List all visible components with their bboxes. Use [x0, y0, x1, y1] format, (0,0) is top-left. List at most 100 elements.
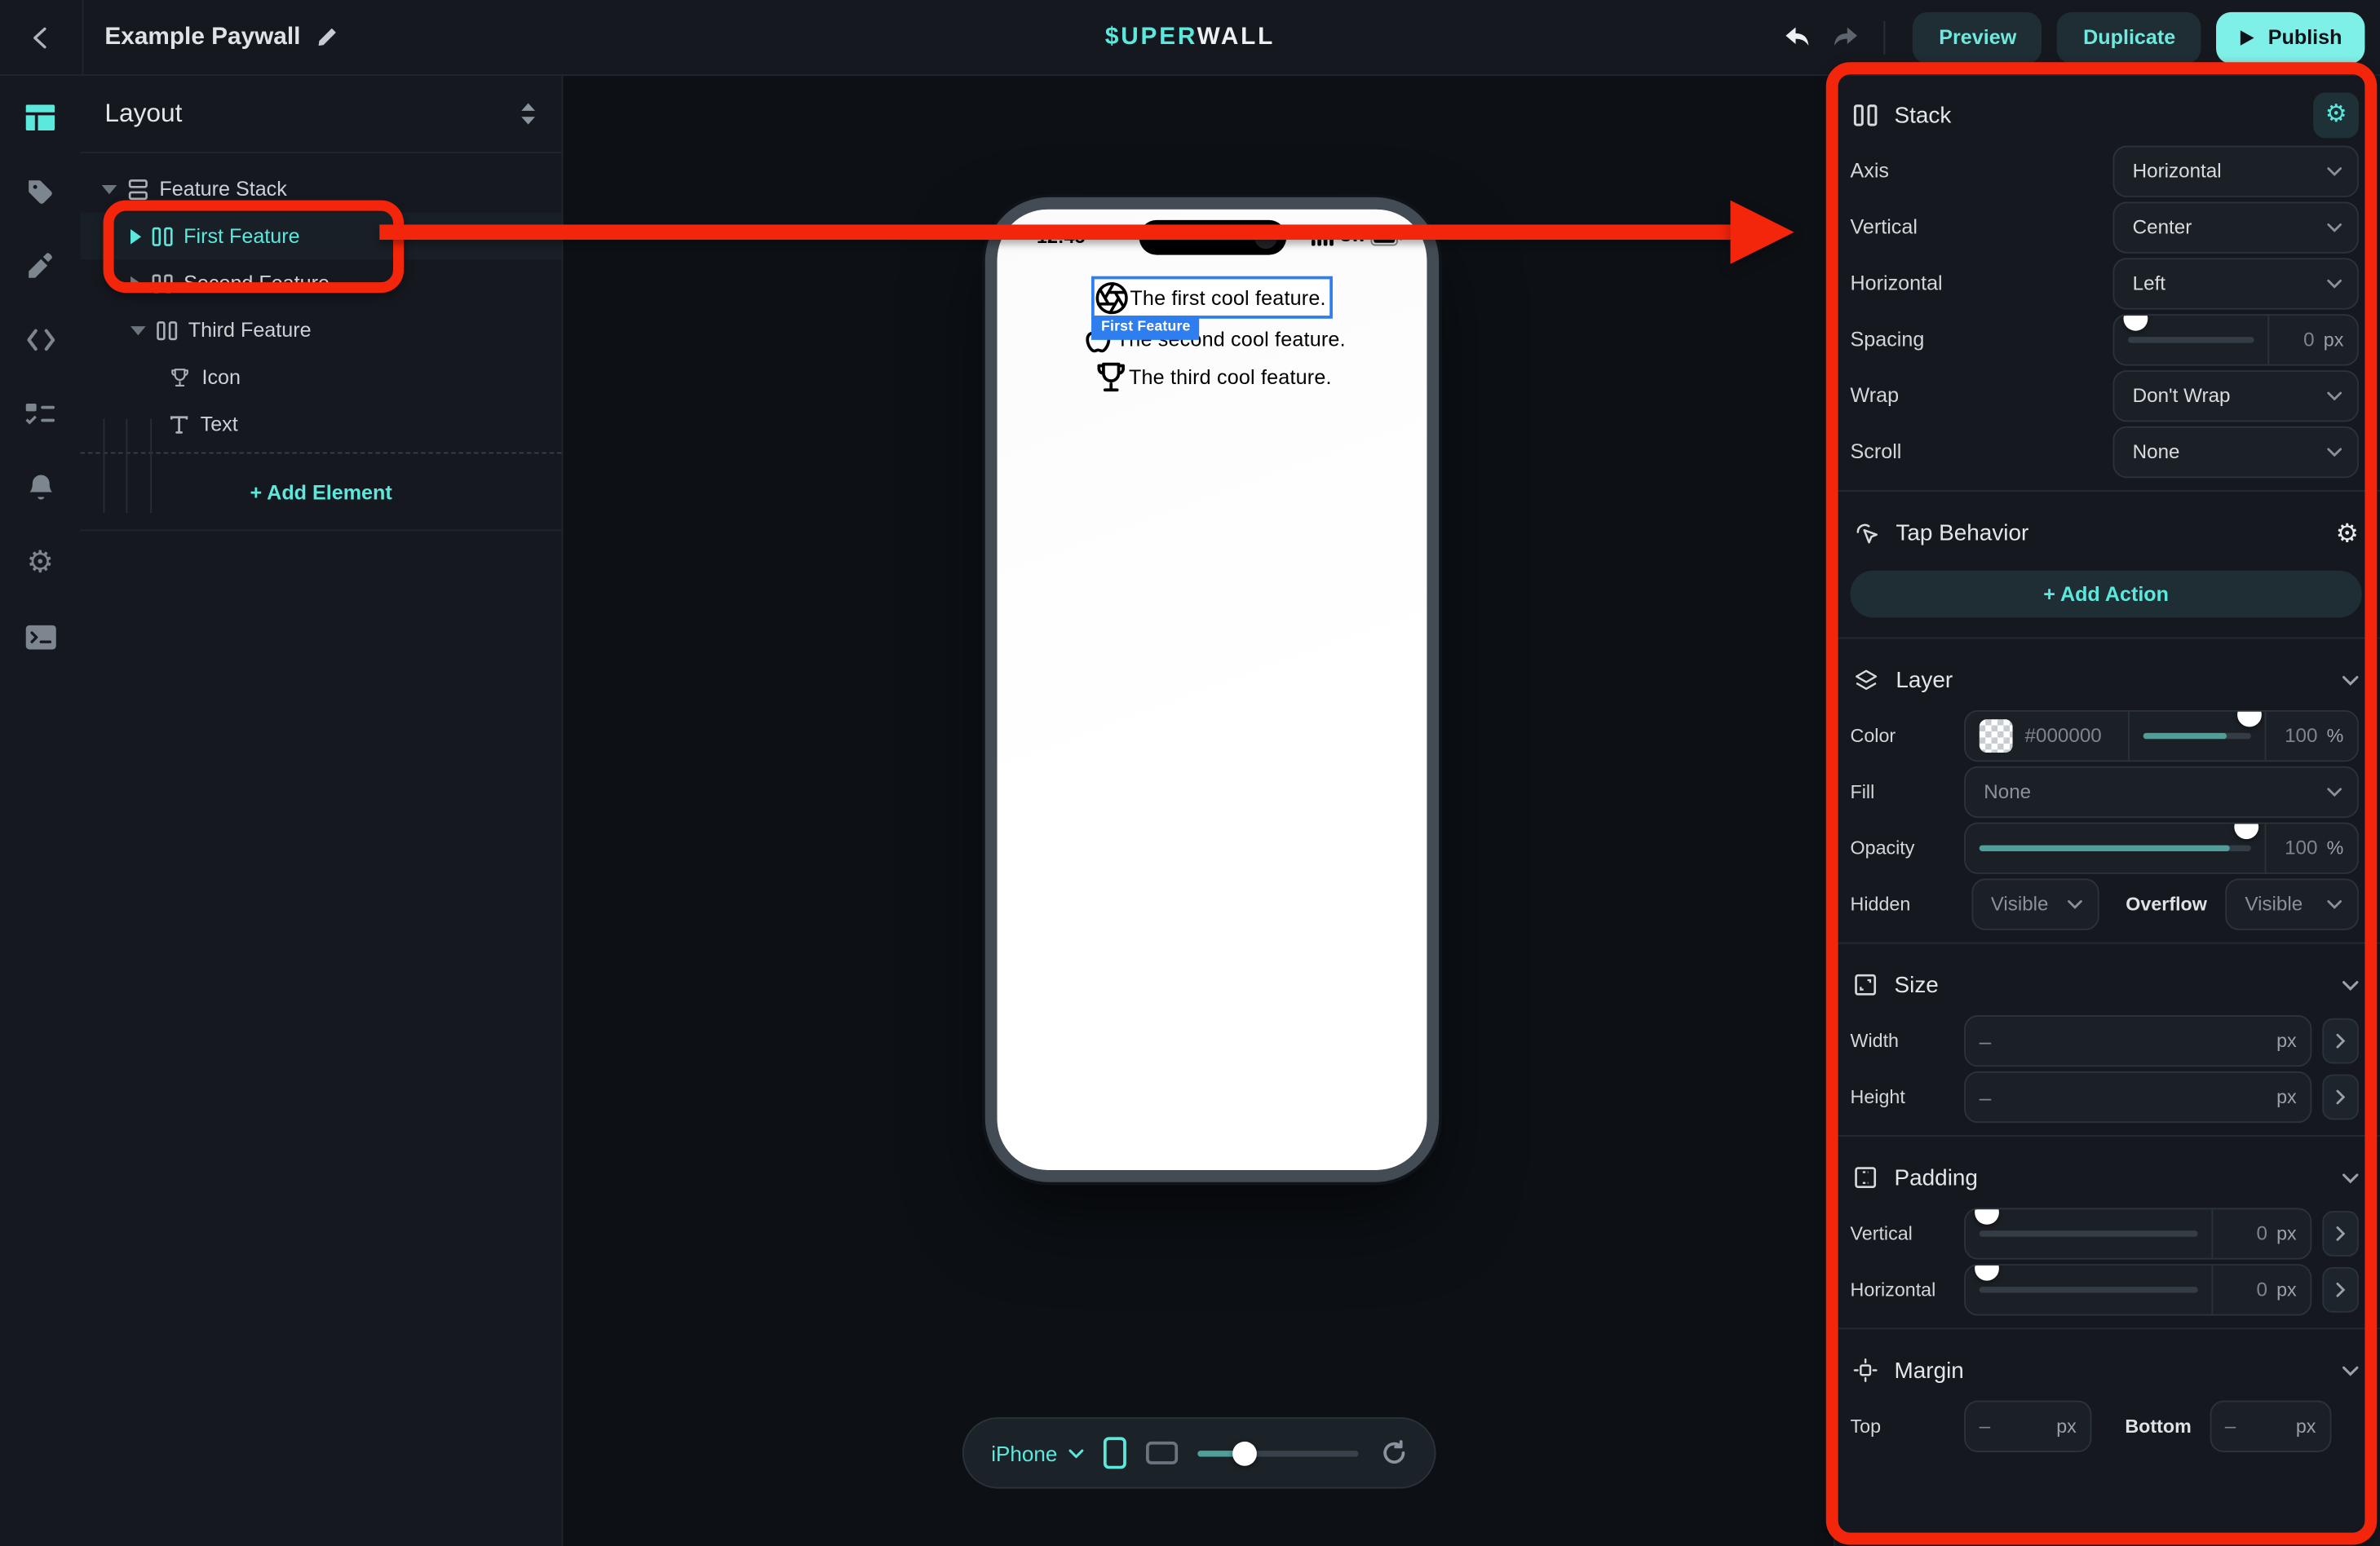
- publish-button[interactable]: Publish: [2216, 11, 2365, 63]
- chevron-down-icon: [2327, 223, 2342, 232]
- tree-item-second-feature[interactable]: Second Feature: [81, 259, 562, 307]
- undo-icon[interactable]: [1784, 25, 1811, 50]
- width-label: Width: [1851, 1030, 1965, 1051]
- rail-terminal-icon[interactable]: [10, 607, 70, 667]
- device-select[interactable]: iPhone: [991, 1441, 1083, 1465]
- margin-section-title: Margin: [1895, 1358, 2326, 1384]
- padding-vertical-value[interactable]: 0 px: [2211, 1208, 2310, 1257]
- portrait-icon[interactable]: [1103, 1437, 1126, 1469]
- axis-select[interactable]: Horizontal: [2112, 145, 2358, 197]
- padding-horizontal-expand-button[interactable]: [2322, 1266, 2359, 1312]
- rail-checklist-icon[interactable]: [10, 384, 70, 444]
- tap-settings-button[interactable]: ⚙: [2336, 519, 2359, 546]
- color-alpha-slider[interactable]: [2128, 711, 2265, 760]
- width-expand-button[interactable]: [2322, 1018, 2359, 1063]
- spacing-slider[interactable]: [2114, 315, 2267, 364]
- caret-down-icon[interactable]: [131, 325, 146, 334]
- topbar-actions: Preview Duplicate Publish: [1784, 11, 2380, 63]
- padding-section-header: Padding: [1835, 1151, 2380, 1205]
- padding-vertical-knob[interactable]: [1975, 1207, 1999, 1223]
- spacing-slider-knob[interactable]: [2124, 313, 2148, 329]
- padding-vertical-slider[interactable]: [1966, 1208, 2211, 1257]
- back-button[interactable]: [20, 16, 62, 59]
- rail-gear-icon[interactable]: ⚙: [10, 532, 70, 593]
- zoom-slider-knob[interactable]: [1232, 1441, 1256, 1465]
- hidden-select[interactable]: Visible: [1971, 878, 2098, 930]
- horizontal-label: Horizontal: [1851, 272, 2113, 294]
- wrap-select[interactable]: Don't Wrap: [2112, 369, 2358, 421]
- tree-item-feature-stack[interactable]: Feature Stack: [81, 166, 562, 213]
- wrap-row: Wrap Don't Wrap: [1835, 367, 2380, 423]
- vertical-select[interactable]: Center: [2112, 201, 2358, 253]
- caret-down-icon[interactable]: [102, 184, 117, 193]
- padding-horizontal-knob[interactable]: [1975, 1263, 1999, 1279]
- phone-screen[interactable]: 12:45 SW The first cool feature. Fi: [998, 210, 1427, 1170]
- landscape-icon[interactable]: [1145, 1442, 1177, 1464]
- padding-vertical-label: Vertical: [1851, 1222, 1965, 1243]
- opacity-percent-box[interactable]: 100 %: [2265, 824, 2358, 872]
- color-percent-box[interactable]: 100 %: [2265, 711, 2358, 760]
- logo-accent: $UPER: [1105, 24, 1197, 50]
- add-action-button[interactable]: + Add Action: [1851, 571, 2362, 618]
- sort-icon[interactable]: [519, 101, 537, 126]
- padding-horizontal-control: 0 px: [1964, 1263, 2311, 1314]
- zoom-slider[interactable]: [1197, 1450, 1359, 1455]
- tree-item-icon[interactable]: Icon: [81, 354, 562, 401]
- horizontal-select[interactable]: Left: [2112, 257, 2358, 308]
- duplicate-button[interactable]: Duplicate: [2058, 11, 2201, 63]
- caret-right-icon[interactable]: [131, 276, 141, 291]
- edit-title-icon[interactable]: [316, 26, 338, 49]
- rail-brush-icon[interactable]: [10, 235, 70, 295]
- fill-select[interactable]: None: [1964, 766, 2359, 817]
- paywall-title: Example Paywall: [104, 24, 300, 51]
- preview-button[interactable]: Preview: [1913, 11, 2042, 63]
- superwall-editor: Example Paywall $UPERWALL Preview Duplic…: [0, 0, 2380, 1546]
- padding-vertical-expand-button[interactable]: [2322, 1210, 2359, 1256]
- layer-section-title: Layer: [1896, 667, 2325, 693]
- padding-horizontal-value[interactable]: 0 px: [2211, 1265, 2310, 1314]
- scroll-label: Scroll: [1851, 440, 2113, 463]
- rail-bell-icon[interactable]: [10, 458, 70, 519]
- feature-row-selected[interactable]: The first cool feature. First Feature: [1092, 276, 1332, 319]
- tree-item-first-feature[interactable]: First Feature: [81, 213, 562, 260]
- spacing-value-box[interactable]: 0 px: [2267, 315, 2357, 364]
- refresh-icon[interactable]: [1381, 1440, 1407, 1466]
- vertical-row: Vertical Center: [1835, 199, 2380, 255]
- height-expand-button[interactable]: [2322, 1074, 2359, 1120]
- height-input[interactable]: – px: [1964, 1071, 2311, 1122]
- opacity-slider-knob[interactable]: [2234, 822, 2258, 838]
- tree-item-third-feature[interactable]: Third Feature: [81, 307, 562, 354]
- width-input[interactable]: – px: [1964, 1014, 2311, 1066]
- tap-behavior-header: Tap Behavior ⚙: [1835, 506, 2380, 560]
- selection-tag: First Feature: [1092, 316, 1200, 340]
- history-controls: [1784, 25, 1860, 50]
- rail-layout-icon[interactable]: [10, 86, 70, 147]
- padding-icon: [1853, 1165, 1878, 1190]
- caret-right-icon[interactable]: [131, 228, 141, 244]
- rail-code-icon[interactable]: [10, 310, 70, 370]
- margin-bottom-input[interactable]: – px: [2210, 1400, 2331, 1451]
- stack-horizontal-icon: [1853, 104, 1878, 128]
- color-alpha-knob[interactable]: [2237, 709, 2262, 726]
- rail-tag-icon[interactable]: [10, 161, 70, 221]
- color-swatch-field[interactable]: #000000: [1966, 711, 2128, 760]
- color-swatch[interactable]: [1980, 718, 2013, 752]
- opacity-label: Opacity: [1851, 837, 1965, 858]
- camera-icon: [1254, 226, 1276, 249]
- margin-section: Margin Top – px Bottom – px: [1835, 1343, 2380, 1464]
- chevron-down-icon: [2327, 166, 2342, 175]
- opacity-slider[interactable]: [1966, 824, 2265, 872]
- stack-settings-button[interactable]: ⚙: [2313, 93, 2359, 139]
- margin-top-input[interactable]: – px: [1964, 1400, 2091, 1451]
- inspector-panel: Stack ⚙ Axis Horizontal Vertical Center …: [1834, 74, 2380, 1546]
- tap-icon: [1853, 519, 1879, 546]
- redo-icon[interactable]: [1833, 25, 1860, 50]
- chevron-down-icon: [2327, 899, 2342, 908]
- canvas: 12:45 SW The first cool feature. Fi: [563, 74, 1835, 1546]
- feature-text: The first cool feature.: [1130, 286, 1325, 309]
- scroll-select[interactable]: None: [2112, 426, 2358, 477]
- padding-horizontal-slider[interactable]: [1966, 1265, 2211, 1314]
- dynamic-island: [1139, 220, 1286, 255]
- overflow-select[interactable]: Visible: [2225, 878, 2359, 930]
- feature-row[interactable]: The third cool feature.: [1092, 358, 1331, 395]
